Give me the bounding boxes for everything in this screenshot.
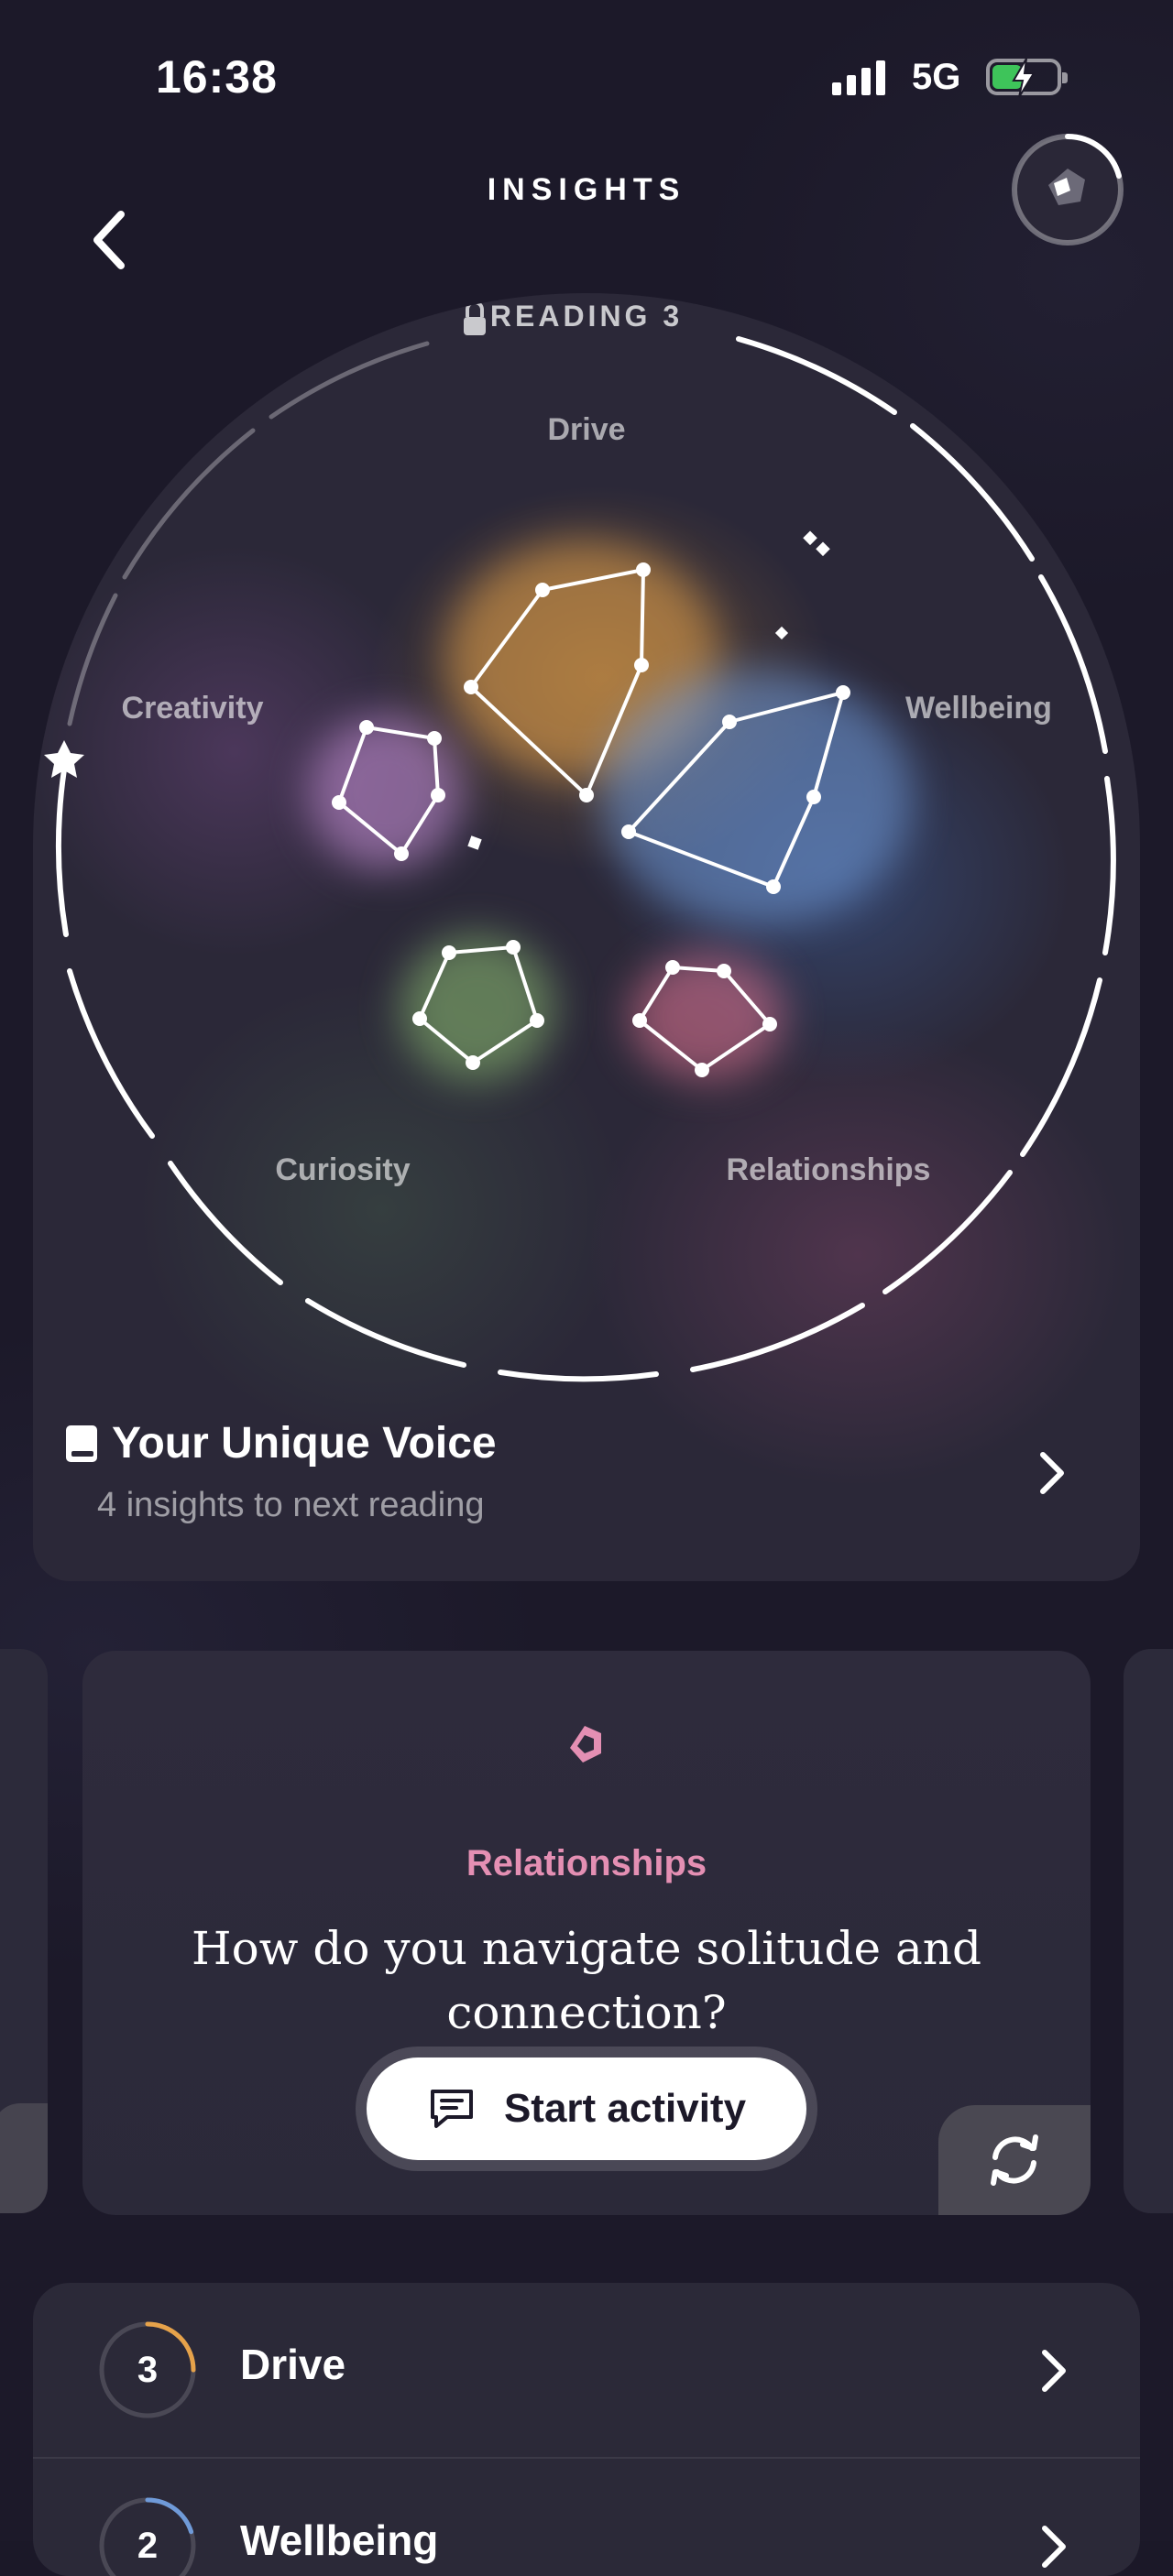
activity-card: Relationships How do you navigate solitu… [82, 1651, 1091, 2215]
category-label-drive: Drive [547, 412, 625, 447]
reading-title-text: Your Unique Voice [112, 1419, 497, 1468]
insights-list: 3 Drive 2 Wellbeing [33, 2283, 1140, 2576]
list-item-drive[interactable]: 3 Drive [33, 2283, 1140, 2457]
refresh-icon [991, 2134, 1038, 2186]
constellation-chart: READING 3 Drive Creativity Wellbeing Cur… [44, 300, 1116, 1382]
status-bar: 16:38 5G [0, 0, 1173, 137]
activity-question: How do you navigate solitude and connect… [191, 1922, 982, 2039]
chevron-right-icon [1042, 2526, 1066, 2568]
insight-label: Wellbeing [240, 2516, 439, 2564]
category-label-wellbeing: Wellbeing [905, 691, 1052, 726]
battery-icon [986, 58, 1068, 98]
chevron-right-icon[interactable] [1034, 1447, 1070, 1499]
category-label-creativity: Creativity [122, 691, 264, 726]
insight-label: Drive [240, 2341, 346, 2388]
list-item-wellbeing[interactable]: 2 Wellbeing [33, 2459, 1140, 2576]
previous-activity-card[interactable] [0, 1649, 48, 2213]
insight-count: 3 [137, 2350, 159, 2390]
reading-title: Your Unique Voice [64, 1418, 497, 1468]
book-icon [66, 1424, 97, 1462]
refresh-button[interactable] [938, 2105, 1091, 2215]
start-activity-label: Start activity [503, 2086, 747, 2131]
start-activity-button[interactable]: Start activity [367, 2058, 806, 2160]
network-label: 5G [912, 57, 961, 97]
reading-subtitle: 4 insights to next reading [97, 1486, 485, 1524]
category-label-relationships: Relationships [727, 1152, 931, 1187]
lock-icon [464, 300, 486, 335]
next-activity-card[interactable] [1124, 1649, 1173, 2213]
back-chevron-icon[interactable] [84, 203, 139, 277]
reading-label: READING 3 [490, 300, 683, 333]
activity-category: Relationships [466, 1843, 707, 1883]
chevron-right-icon [1042, 2350, 1066, 2392]
category-label-curiosity: Curiosity [275, 1152, 410, 1187]
reading-card[interactable]: READING 3 Drive Creativity Wellbeing Cur… [33, 293, 1140, 1581]
relationships-icon [570, 1726, 601, 1763]
insight-count: 2 [137, 2526, 159, 2566]
chat-icon [430, 2090, 473, 2128]
status-time: 16:38 [156, 51, 278, 103]
page-title: INSIGHTS [487, 172, 686, 207]
signal-icon [832, 60, 885, 95]
profile-progress-button[interactable] [1008, 130, 1127, 249]
